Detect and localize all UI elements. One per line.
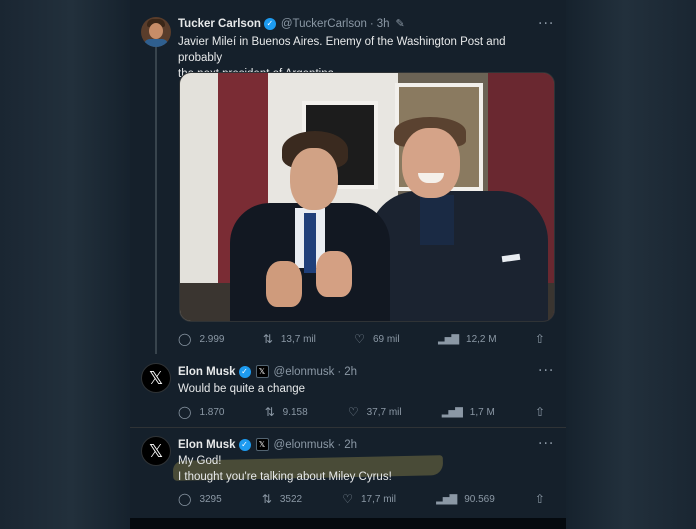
author-name[interactable]: Elon Musk <box>178 439 236 451</box>
repost-count: 9.158 <box>282 406 308 418</box>
reply-icon: ◯ <box>178 492 192 506</box>
author-name[interactable]: Tucker Carlson <box>178 18 261 30</box>
like-count: 37,7 mil <box>366 406 402 418</box>
author-handle[interactable]: @TuckerCarlson <box>281 18 367 30</box>
tweet-timestamp[interactable]: 2h <box>344 366 357 378</box>
share-button[interactable]: ⇧ <box>535 332 553 346</box>
author-handle[interactable]: @elonmusk <box>274 439 335 451</box>
tweet-text-line-highlighted: I thought you're talking about Miley Cyr… <box>178 471 392 483</box>
heart-icon: ♡ <box>354 332 365 346</box>
tweet-actions: ◯ 3295 ⇅ 3522 ♡ 17,7 mil ▂▅▇ 90.569 ⇧ <box>178 492 553 506</box>
tweet-timestamp[interactable]: 3h <box>377 18 390 30</box>
thumbs-up-left <box>266 261 302 307</box>
like-button[interactable]: ♡ 37,7 mil <box>348 405 402 419</box>
person-right-body <box>368 191 548 321</box>
separator-dot: · <box>369 17 374 30</box>
reply-button[interactable]: ◯ 3295 <box>178 492 222 506</box>
views-chart-icon: ▂▅▇ <box>437 333 459 345</box>
verified-badge-icon: ✓ <box>238 365 251 378</box>
views-count: 12,2 M <box>466 333 497 345</box>
separator-dot: · <box>337 365 342 378</box>
repost-button[interactable]: ⇅ 13,7 mil <box>263 332 316 346</box>
tweet-text-line: My God! <box>178 455 222 467</box>
reply-icon: ◯ <box>178 332 192 346</box>
more-options-icon[interactable]: ··· <box>538 16 554 32</box>
more-options-icon[interactable]: ··· <box>538 436 554 452</box>
tweet-text-line: Javier Mileí in Buenos Aires. Enemy of t… <box>178 36 506 64</box>
person-left-head <box>290 148 338 210</box>
views-chart-icon: ▂▅▇ <box>436 493 457 505</box>
views-count: 1,7 M <box>469 406 495 418</box>
affiliation-x-icon: 𝕏 <box>255 438 269 451</box>
repost-icon: ⇅ <box>264 405 275 419</box>
separator-dot: · <box>337 438 342 451</box>
tweet-header: Elon Musk ✓ 𝕏 @elonmusk · 2h <box>178 365 357 378</box>
repost-count: 3522 <box>279 493 303 505</box>
repost-count: 13,7 mil <box>280 333 316 345</box>
share-icon: ⇧ <box>534 332 545 346</box>
x-logo-icon: 𝕏 <box>148 440 164 462</box>
verified-badge-icon: ✓ <box>263 17 276 30</box>
like-count: 69 mil <box>372 333 400 345</box>
share-icon: ⇧ <box>534 405 545 419</box>
tweet-photo[interactable] <box>179 72 555 322</box>
repost-icon: ⇅ <box>261 492 272 506</box>
like-count: 17,7 mil <box>360 493 396 505</box>
more-options-icon[interactable]: ··· <box>538 363 554 379</box>
tweet-divider <box>130 427 566 428</box>
like-button[interactable]: ♡ 69 mil <box>354 332 399 346</box>
x-logo-icon: 𝕏 <box>148 367 164 389</box>
reply-button[interactable]: ◯ 1.870 <box>178 405 224 419</box>
thread-connector-line <box>155 46 157 354</box>
reply-count: 2.999 <box>199 333 225 345</box>
reply-icon: ◯ <box>178 405 192 419</box>
like-button[interactable]: ♡ 17,7 mil <box>342 492 396 506</box>
views-button[interactable]: ▂▅▇ 90.569 <box>436 494 495 505</box>
tweet-actions: ◯ 2.999 ⇅ 13,7 mil ♡ 69 mil ▂▅▇ 12,2 M ⇧ <box>178 332 553 346</box>
tweet-text: Would be quite a change <box>178 383 306 395</box>
affiliation-x-icon: 𝕏 <box>255 365 269 378</box>
thumbs-up-right <box>316 251 352 297</box>
share-icon: ⇧ <box>534 492 545 506</box>
verified-badge-icon: ✓ <box>238 438 251 451</box>
reply-count: 3295 <box>199 493 222 505</box>
share-button[interactable]: ⇧ <box>535 405 553 419</box>
tweet-actions: ◯ 1.870 ⇅ 9.158 ♡ 37,7 mil ▂▅▇ 1,7 M ⇧ <box>178 405 553 419</box>
heart-icon: ♡ <box>342 492 353 506</box>
tweet-header: Tucker Carlson ✓ @TuckerCarlson · 3h ✎ <box>178 17 405 30</box>
share-button[interactable]: ⇧ <box>535 492 553 506</box>
avatar[interactable] <box>141 17 171 47</box>
repost-icon: ⇅ <box>262 332 273 346</box>
repost-button[interactable]: ⇅ 9.158 <box>265 405 308 419</box>
reply-count: 1.870 <box>199 406 225 418</box>
author-handle[interactable]: @elonmusk <box>274 366 335 378</box>
blurred-background-left <box>0 0 130 529</box>
reply-button[interactable]: ◯ 2.999 <box>178 332 224 346</box>
edited-pencil-icon: ✎ <box>395 17 405 30</box>
person-right-head <box>402 128 460 198</box>
bottom-edge <box>130 518 566 529</box>
repost-button[interactable]: ⇅ 3522 <box>262 492 302 506</box>
views-button[interactable]: ▂▅▇ 12,2 M <box>438 334 497 345</box>
tweet-header: Elon Musk ✓ 𝕏 @elonmusk · 2h <box>178 438 357 451</box>
avatar[interactable]: 𝕏 <box>141 363 171 393</box>
author-name[interactable]: Elon Musk <box>178 366 236 378</box>
views-button[interactable]: ▂▅▇ 1,7 M <box>442 407 495 418</box>
views-count: 90.569 <box>464 493 495 505</box>
tweet-timestamp[interactable]: 2h <box>344 439 357 451</box>
heart-icon: ♡ <box>347 405 359 419</box>
blurred-background-right <box>566 0 696 529</box>
tweet-text: My God! I thought you're talking about M… <box>178 453 548 485</box>
avatar[interactable]: 𝕏 <box>141 436 171 466</box>
tweet-thread: Tucker Carlson ✓ @TuckerCarlson · 3h ✎ ·… <box>130 0 566 518</box>
views-chart-icon: ▂▅▇ <box>441 406 463 418</box>
